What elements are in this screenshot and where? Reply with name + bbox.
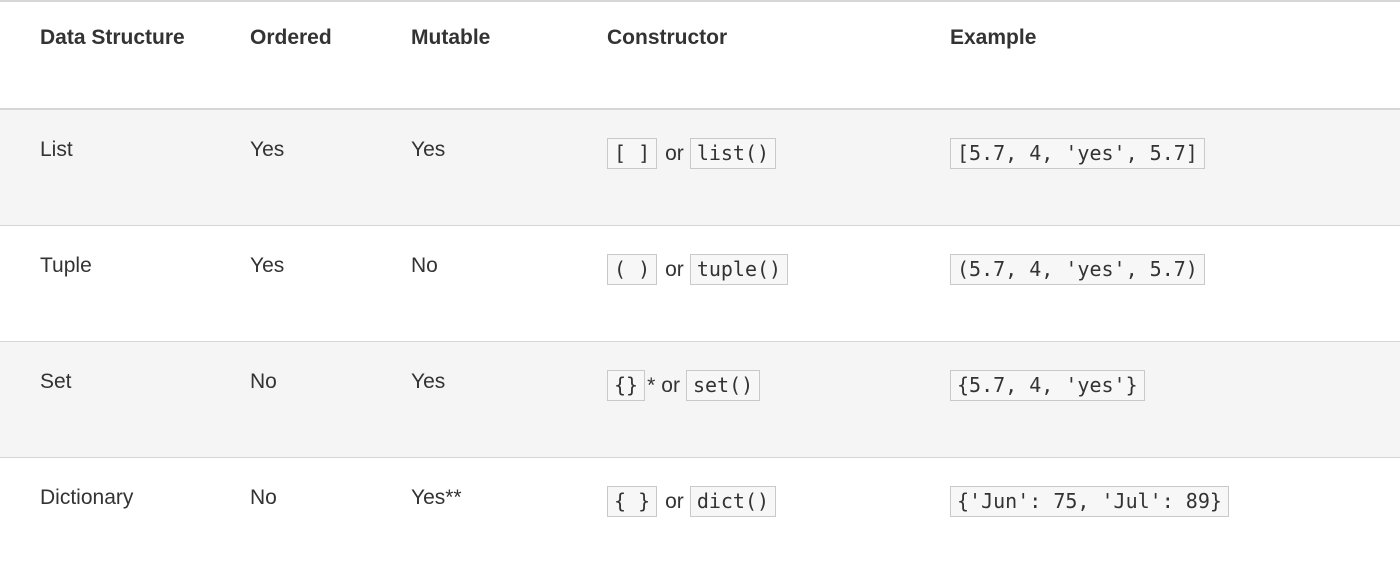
- cell-mutable: Yes: [371, 342, 567, 458]
- table-row: Tuple Yes No ( )ortuple() (5.7, 4, 'yes'…: [0, 226, 1400, 342]
- ctor-func: dict(): [690, 486, 776, 517]
- cell-name: Dictionary: [0, 458, 210, 573]
- col-header-mutable: Mutable: [371, 1, 567, 109]
- table-row: Set No Yes {}*orset() {5.7, 4, 'yes'}: [0, 342, 1400, 458]
- cell-name: Tuple: [0, 226, 210, 342]
- cell-constructor: { }ordict(): [567, 458, 910, 573]
- example-code: {5.7, 4, 'yes'}: [950, 370, 1145, 401]
- cell-ordered: Yes: [210, 109, 371, 226]
- cell-example: (5.7, 4, 'yes', 5.7): [910, 226, 1400, 342]
- cell-constructor: ( )ortuple(): [567, 226, 910, 342]
- ctor-literal: ( ): [607, 254, 657, 285]
- table-header-row: Data Structure Ordered Mutable Construct…: [0, 1, 1400, 109]
- cell-ordered: No: [210, 342, 371, 458]
- ctor-separator: or: [655, 374, 686, 397]
- cell-mutable: No: [371, 226, 567, 342]
- cell-name: List: [0, 109, 210, 226]
- ctor-literal: { }: [607, 486, 657, 517]
- table-row: Dictionary No Yes** { }ordict() {'Jun': …: [0, 458, 1400, 573]
- ctor-separator: or: [659, 258, 690, 281]
- cell-mutable: Yes: [371, 109, 567, 226]
- example-code: (5.7, 4, 'yes', 5.7): [950, 254, 1205, 285]
- cell-constructor: {}*orset(): [567, 342, 910, 458]
- col-header-example: Example: [910, 1, 1400, 109]
- col-header-ordered: Ordered: [210, 1, 371, 109]
- example-code: [5.7, 4, 'yes', 5.7]: [950, 138, 1205, 169]
- table-row: List Yes Yes [ ]orlist() [5.7, 4, 'yes',…: [0, 109, 1400, 226]
- data-structures-table: Data Structure Ordered Mutable Construct…: [0, 0, 1400, 573]
- example-code: {'Jun': 75, 'Jul': 89}: [950, 486, 1229, 517]
- ctor-func: set(): [686, 370, 760, 401]
- cell-example: [5.7, 4, 'yes', 5.7]: [910, 109, 1400, 226]
- cell-constructor: [ ]orlist(): [567, 109, 910, 226]
- cell-name: Set: [0, 342, 210, 458]
- ctor-separator: or: [659, 490, 690, 513]
- cell-example: {'Jun': 75, 'Jul': 89}: [910, 458, 1400, 573]
- cell-example: {5.7, 4, 'yes'}: [910, 342, 1400, 458]
- ctor-func: tuple(): [690, 254, 788, 285]
- ctor-star: *: [645, 374, 655, 397]
- ctor-separator: or: [659, 142, 690, 165]
- col-header-data-structure: Data Structure: [0, 1, 210, 109]
- ctor-literal: {}: [607, 370, 645, 401]
- cell-mutable: Yes**: [371, 458, 567, 573]
- cell-ordered: Yes: [210, 226, 371, 342]
- cell-ordered: No: [210, 458, 371, 573]
- ctor-literal: [ ]: [607, 138, 657, 169]
- ctor-func: list(): [690, 138, 776, 169]
- col-header-constructor: Constructor: [567, 1, 910, 109]
